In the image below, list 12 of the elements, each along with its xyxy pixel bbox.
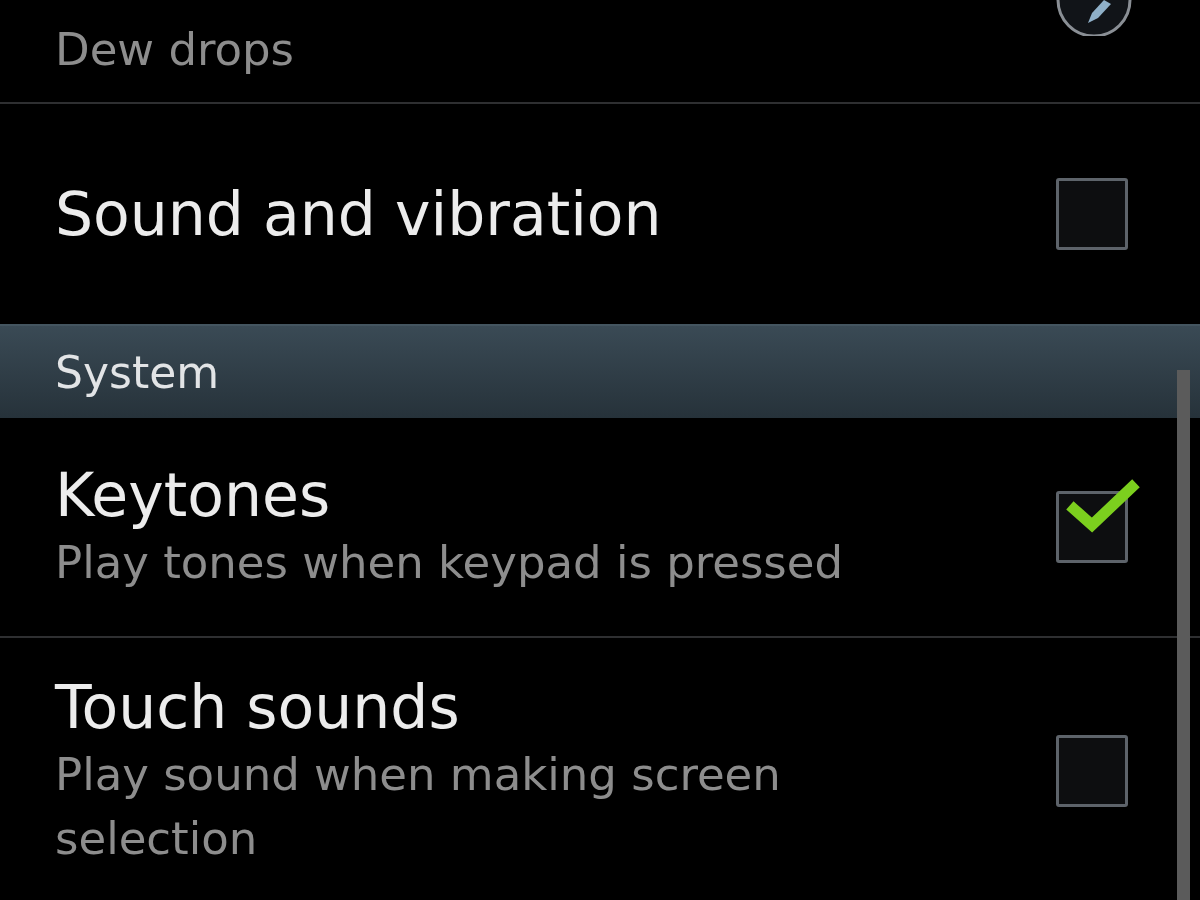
- setting-title: Sound and vibration: [55, 178, 662, 250]
- pencil-icon[interactable]: [1054, 0, 1134, 36]
- section-title: System: [55, 346, 220, 398]
- setting-row[interactable]: Touch sounds Play sound when making screen selection: [0, 638, 1200, 900]
- setting-subtitle: Play sound when making screen selection: [55, 747, 782, 867]
- setting-row[interactable]: Sound and vibration: [0, 104, 1200, 324]
- setting-title: Touch sounds: [55, 671, 461, 743]
- setting-subtitle: Dew drops: [55, 22, 295, 78]
- checkbox[interactable]: [1056, 479, 1140, 563]
- scrollbar[interactable]: [1177, 370, 1190, 900]
- setting-title: Keytones: [55, 459, 332, 531]
- setting-subtitle: Play tones when keypad is pressed: [55, 535, 844, 591]
